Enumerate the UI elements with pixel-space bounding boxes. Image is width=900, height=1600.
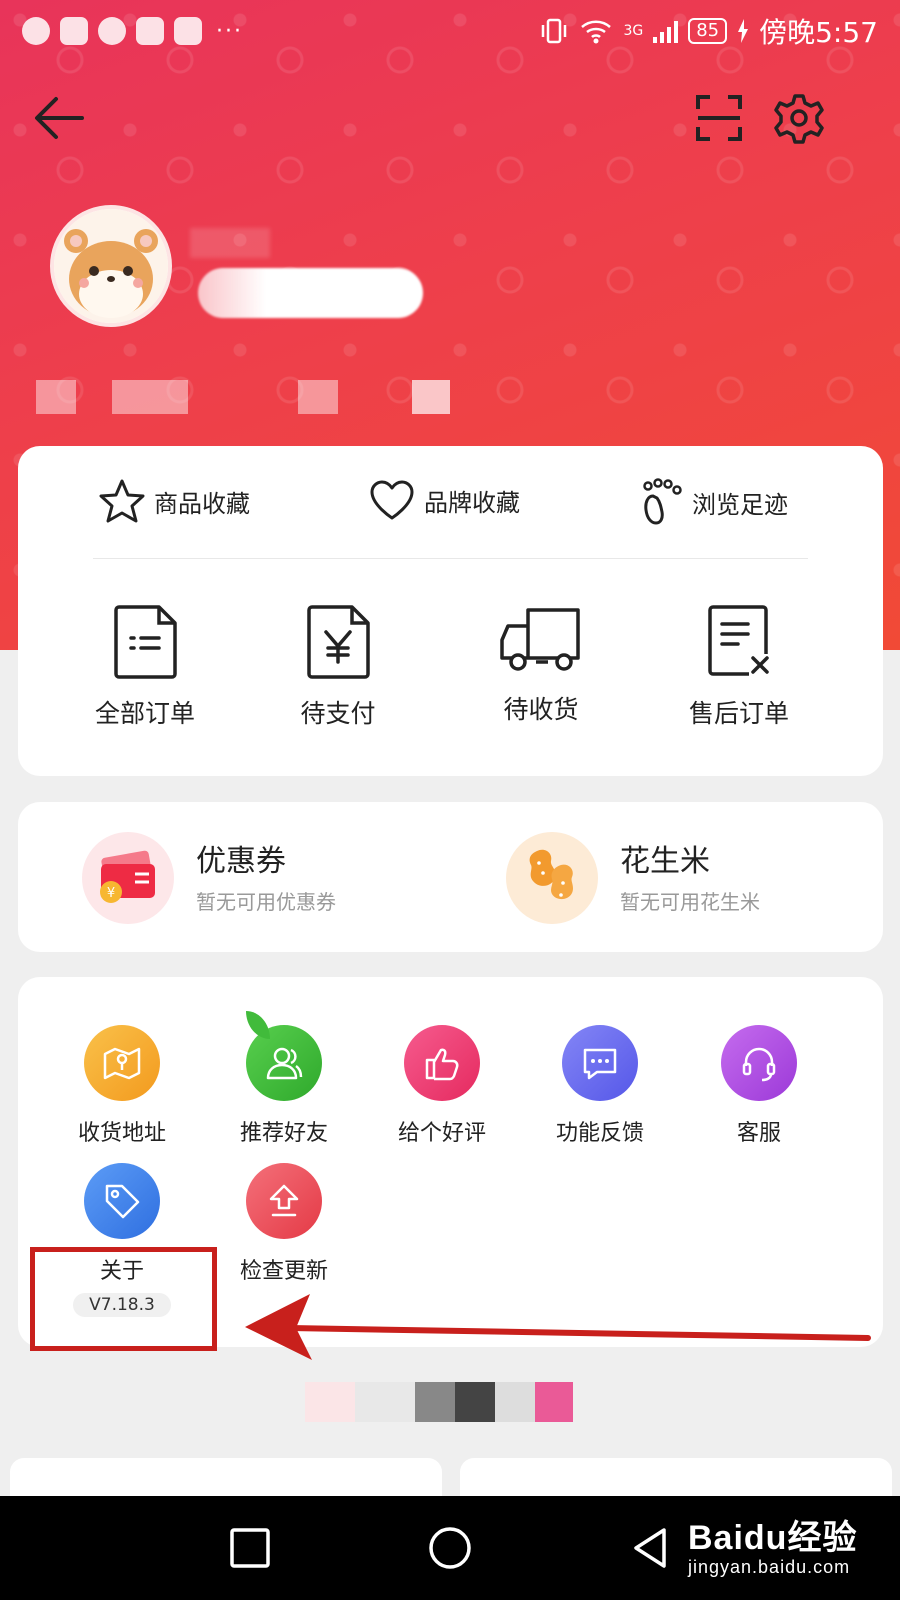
thumbs-up-icon [404,1025,480,1101]
feedback-button[interactable]: 功能反馈 [520,1025,680,1147]
pending-payment-button[interactable]: 待支付 [253,604,423,730]
document-close-icon [708,605,769,676]
peanut-subtitle: 暂无可用花生米 [620,889,760,914]
triangle-back-icon [634,1528,666,1568]
signal-icon [653,19,679,43]
rate-app-button[interactable]: 给个好评 [362,1025,522,1147]
user-stats-redacted [36,380,496,416]
app-icon [174,17,202,45]
svg-text:¥: ¥ [107,886,115,901]
document-list-icon [114,605,177,679]
check-update-button[interactable]: 检查更新 [204,1163,364,1285]
after-sales-orders-label: 售后订单 [688,699,789,728]
pending-payment-label: 待支付 [300,699,376,728]
notification-icons: ··· [22,17,243,45]
system-back-button[interactable] [624,1522,676,1574]
favorite-brands-button[interactable]: 品牌收藏 [368,478,520,522]
tag-icon [84,1163,160,1239]
settings-button[interactable] [764,83,834,153]
yuan-document-icon [307,605,370,679]
username-redacted-top [190,228,270,258]
wifi-icon [581,20,612,44]
card-divider [93,558,808,559]
recent-apps-button[interactable] [224,1522,276,1574]
browse-history-button[interactable]: 浏览足迹 [640,478,788,526]
feedback-label: 功能反馈 [555,1121,644,1146]
pending-receipt-label: 待收货 [503,695,579,724]
status-bar: ··· 3G 85 傍晚5:57 [0,0,900,62]
back-button[interactable] [24,83,94,153]
network-type: 3G [623,23,644,39]
browse-history-label: 浏览足迹 [692,490,788,519]
scan-icon [696,95,742,141]
app-icon [60,17,88,45]
leaf-decoration [246,1011,270,1039]
favorite-goods-button[interactable]: 商品收藏 [98,478,250,524]
peanut-icon [506,832,598,924]
favorite-goods-label: 商品收藏 [154,489,250,518]
recommend-heading-redacted [305,1380,575,1424]
peanut-entry[interactable]: 花生米 暂无可用花生米 [506,832,760,924]
watermark-url: jingyan.baidu.com [688,1557,851,1577]
footprint-icon [643,478,682,525]
recommend-friends-label: 推荐好友 [239,1121,328,1146]
home-button[interactable] [424,1522,476,1574]
recommend-friends-button[interactable]: 推荐好友 [204,1011,364,1147]
scan-button[interactable] [684,83,754,153]
baidu-watermark: Baidu经验 jingyan.baidu.com [688,1510,857,1578]
peanut-title: 花生米 [620,843,710,879]
app-icon [136,17,164,45]
upload-icon [246,1163,322,1239]
customer-service-label: 客服 [736,1121,781,1146]
favorites-orders-card: 商品收藏 品牌收藏 浏览足迹 全部订单 待支付 待收货 售后订单 [18,446,883,776]
hamster-avatar-icon [54,209,168,323]
annotation-highlight-box [30,1247,217,1351]
wechat-icon [98,17,126,45]
status-time: 傍晚5:57 [759,16,878,49]
favorites-row: 商品收藏 品牌收藏 浏览足迹 [18,446,883,556]
square-icon [230,1528,270,1568]
charging-icon [738,19,749,43]
watermark-brand: Baidu经验 [688,1519,858,1557]
circle-icon [429,1527,471,1569]
peanut-text: 花生米 暂无可用花生米 [620,842,760,915]
all-orders-label: 全部订单 [94,699,195,728]
headset-icon [721,1025,797,1101]
coupon-text: 优惠券 暂无可用优惠券 [196,842,336,915]
check-update-label: 检查更新 [239,1259,328,1284]
status-indicators: 3G 85 傍晚5:57 [539,11,878,51]
rate-app-label: 给个好评 [397,1121,486,1146]
top-nav [0,75,900,165]
customer-service-button[interactable]: 客服 [679,1025,839,1147]
favorite-brands-label: 品牌收藏 [424,488,520,517]
back-arrow-icon [35,97,84,139]
chat-icon [562,1025,638,1101]
coupon-subtitle: 暂无可用优惠券 [196,889,336,914]
friends-icon [246,1011,322,1101]
username-redacted [198,268,423,318]
vibrate-icon [542,18,567,44]
avatar[interactable] [50,205,172,327]
battery-level: 85 [688,18,728,44]
pending-receipt-button[interactable]: 待收货 [456,604,626,726]
coupon-title: 优惠券 [196,843,286,879]
coupon-entry[interactable]: ¥ 优惠券 暂无可用优惠券 [82,832,336,924]
truck-icon [500,608,580,671]
gear-icon [774,94,824,144]
after-sales-orders-button[interactable]: 售后订单 [654,604,824,730]
coupon-icon: ¥ [82,832,174,924]
star-icon [99,479,145,523]
map-icon [84,1025,160,1101]
heart-icon [370,480,414,520]
shipping-address-button[interactable]: 收货地址 [42,1025,202,1147]
chat-bubble-icon [22,17,50,45]
more-notifications-icon: ··· [216,18,243,44]
shipping-address-label: 收货地址 [77,1121,166,1146]
assets-card: ¥ 优惠券 暂无可用优惠券 花生米 暂无可用花生米 [18,802,883,952]
all-orders-button[interactable]: 全部订单 [60,604,230,730]
